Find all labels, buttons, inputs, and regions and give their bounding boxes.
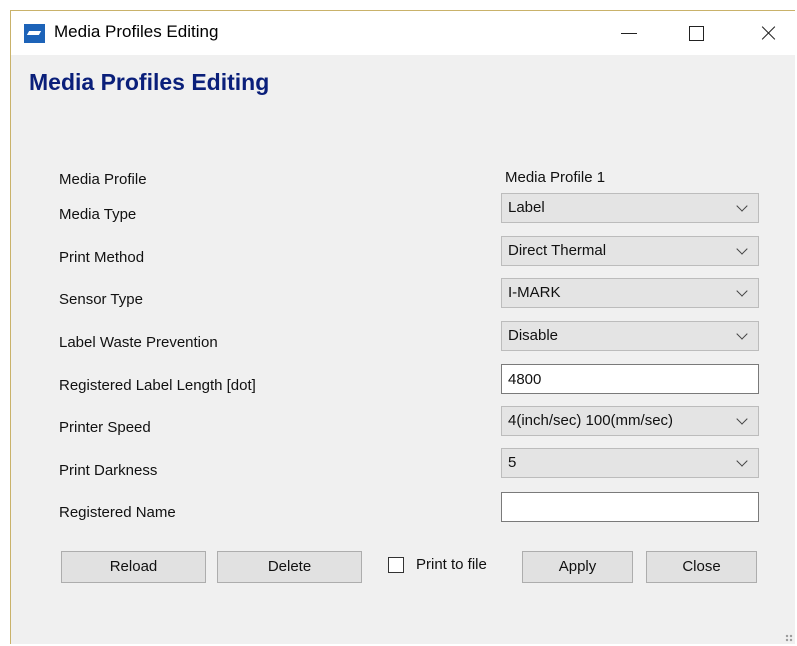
- chevron-down-icon: [736, 328, 748, 340]
- chevron-down-icon: [736, 455, 748, 467]
- reload-button[interactable]: Reload: [61, 551, 206, 583]
- registered-name-row: Registered Name: [11, 492, 795, 524]
- media-profile-value: Media Profile 1: [505, 169, 606, 186]
- sensor-type-row: Sensor Type I-MARK: [11, 278, 795, 310]
- print-darkness-select[interactable]: 5: [501, 448, 759, 478]
- print-to-file-label[interactable]: Print to file: [416, 556, 487, 573]
- print-method-label: Print Method: [59, 249, 145, 266]
- media-type-label: Media Type: [59, 206, 137, 223]
- resize-grip-icon[interactable]: [785, 634, 793, 642]
- chevron-down-icon: [736, 413, 748, 425]
- print-to-file-checkbox[interactable]: [388, 557, 404, 573]
- label-waste-prevention-value: Disable: [508, 327, 559, 344]
- page-title: Media Profiles Editing: [29, 69, 270, 95]
- print-darkness-value: 5: [508, 454, 517, 471]
- printer-speed-value: 4(inch/sec) 100(mm/sec): [508, 412, 674, 429]
- print-darkness-row: Print Darkness 5: [11, 448, 795, 480]
- apply-button[interactable]: Apply: [522, 551, 633, 583]
- window-title: Media Profiles Editing: [54, 22, 219, 41]
- media-type-value: Label: [508, 199, 545, 216]
- label-waste-prevention-row: Label Waste Prevention Disable: [11, 321, 795, 353]
- print-method-value: Direct Thermal: [508, 242, 607, 259]
- printer-speed-select[interactable]: 4(inch/sec) 100(mm/sec): [501, 406, 759, 436]
- printer-speed-row: Printer Speed 4(inch/sec) 100(mm/sec): [11, 406, 795, 438]
- chevron-down-icon: [736, 243, 748, 255]
- chevron-down-icon: [736, 200, 748, 212]
- media-profile-row: Media Profile Media Profile 1: [11, 163, 795, 195]
- label-waste-prevention-label: Label Waste Prevention: [59, 334, 218, 351]
- title-bar[interactable]: Media Profiles Editing: [11, 11, 795, 55]
- print-method-select[interactable]: Direct Thermal: [501, 236, 759, 266]
- registered-label-length-label: Registered Label Length [dot]: [59, 377, 256, 394]
- media-profiles-window: Media Profiles Editing Media Profiles Ed…: [10, 10, 795, 644]
- sensor-type-select[interactable]: I-MARK: [501, 278, 759, 308]
- delete-button[interactable]: Delete: [217, 551, 362, 583]
- minimize-button[interactable]: [605, 11, 651, 55]
- close-button[interactable]: Close: [646, 551, 757, 583]
- sensor-type-value: I-MARK: [508, 284, 561, 301]
- media-profile-label: Media Profile: [59, 171, 147, 188]
- registered-label-length-input[interactable]: [501, 364, 759, 394]
- printer-speed-label: Printer Speed: [59, 419, 151, 436]
- media-type-select[interactable]: Label: [501, 193, 759, 223]
- media-type-row: Media Type Label: [11, 193, 795, 225]
- print-method-row: Print Method Direct Thermal: [11, 236, 795, 268]
- print-darkness-label: Print Darkness: [59, 462, 158, 479]
- maximize-button[interactable]: [673, 11, 719, 55]
- sensor-type-label: Sensor Type: [59, 291, 143, 308]
- registered-name-label: Registered Name: [59, 504, 176, 521]
- app-icon: [24, 24, 45, 43]
- close-window-button[interactable]: [745, 11, 791, 55]
- chevron-down-icon: [736, 285, 748, 297]
- registered-name-input[interactable]: [501, 492, 759, 522]
- registered-label-length-row: Registered Label Length [dot]: [11, 364, 795, 396]
- label-waste-prevention-select[interactable]: Disable: [501, 321, 759, 351]
